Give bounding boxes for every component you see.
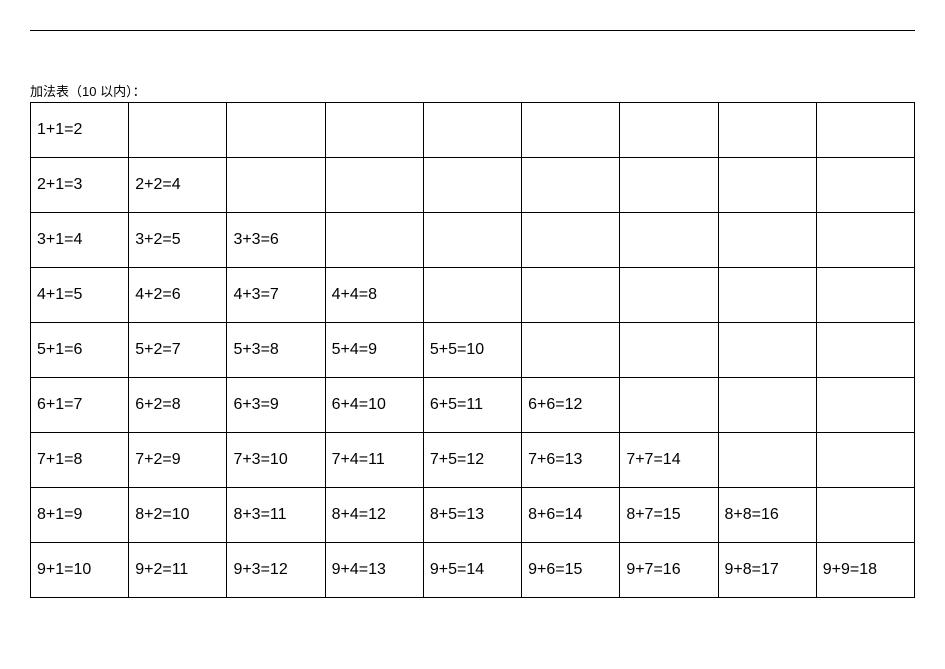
table-caption: 加法表（10 以内）： [30, 81, 915, 100]
table-cell [325, 213, 423, 268]
table-cell: 9+1=10 [31, 543, 129, 598]
table-row: 8+1=9 8+2=10 8+3=11 8+4=12 8+5=13 8+6=14… [31, 488, 915, 543]
table-cell [423, 158, 521, 213]
table-cell [816, 323, 914, 378]
table-cell [423, 103, 521, 158]
table-row: 3+1=4 3+2=5 3+3=6 [31, 213, 915, 268]
table-cell [522, 268, 620, 323]
table-row: 7+1=8 7+2=9 7+3=10 7+4=11 7+5=12 7+6=13 … [31, 433, 915, 488]
table-cell: 5+4=9 [325, 323, 423, 378]
addition-table: 1+1=2 2+1=3 2+2=4 [30, 102, 915, 598]
table-cell [718, 268, 816, 323]
table-cell [325, 158, 423, 213]
table-cell [522, 213, 620, 268]
table-cell [718, 323, 816, 378]
table-cell: 8+4=12 [325, 488, 423, 543]
table-cell: 5+1=6 [31, 323, 129, 378]
table-cell [423, 213, 521, 268]
table-row: 9+1=10 9+2=11 9+3=12 9+4=13 9+5=14 9+6=1… [31, 543, 915, 598]
table-cell: 8+5=13 [423, 488, 521, 543]
table-cell [423, 268, 521, 323]
table-cell: 2+2=4 [129, 158, 227, 213]
table-cell: 7+7=14 [620, 433, 718, 488]
table-cell: 8+6=14 [522, 488, 620, 543]
table-row: 6+1=7 6+2=8 6+3=9 6+4=10 6+5=11 6+6=12 [31, 378, 915, 433]
table-cell [816, 378, 914, 433]
table-cell: 9+9=18 [816, 543, 914, 598]
table-cell [227, 158, 325, 213]
table-cell [620, 158, 718, 213]
table-cell: 8+8=16 [718, 488, 816, 543]
table-cell [718, 433, 816, 488]
table-cell: 7+1=8 [31, 433, 129, 488]
table-cell: 9+4=13 [325, 543, 423, 598]
table-row: 4+1=5 4+2=6 4+3=7 4+4=8 [31, 268, 915, 323]
table-cell [816, 268, 914, 323]
table-row: 5+1=6 5+2=7 5+3=8 5+4=9 5+5=10 [31, 323, 915, 378]
table-cell: 9+5=14 [423, 543, 521, 598]
table-cell: 6+3=9 [227, 378, 325, 433]
table-cell: 7+2=9 [129, 433, 227, 488]
table-cell: 6+4=10 [325, 378, 423, 433]
table-cell [816, 213, 914, 268]
table-cell: 9+8=17 [718, 543, 816, 598]
table-cell: 5+2=7 [129, 323, 227, 378]
table-cell [620, 323, 718, 378]
page: 加法表（10 以内）： 1+1=2 2+1=3 2+2=4 [0, 0, 945, 598]
table-cell [129, 103, 227, 158]
table-cell: 6+6=12 [522, 378, 620, 433]
table-cell: 5+5=10 [423, 323, 521, 378]
table-cell [522, 323, 620, 378]
table-cell: 3+2=5 [129, 213, 227, 268]
table-cell: 9+2=11 [129, 543, 227, 598]
table-cell [325, 103, 423, 158]
table-cell: 4+1=5 [31, 268, 129, 323]
table-cell: 7+6=13 [522, 433, 620, 488]
horizontal-rule [30, 30, 915, 31]
table-cell: 4+4=8 [325, 268, 423, 323]
table-cell [620, 103, 718, 158]
table-cell [718, 378, 816, 433]
table-cell: 9+7=16 [620, 543, 718, 598]
table-cell: 8+3=11 [227, 488, 325, 543]
table-cell [227, 103, 325, 158]
table-cell: 9+3=12 [227, 543, 325, 598]
table-cell: 5+3=8 [227, 323, 325, 378]
table-cell [522, 103, 620, 158]
table-cell: 8+7=15 [620, 488, 718, 543]
table-cell: 2+1=3 [31, 158, 129, 213]
table-row: 2+1=3 2+2=4 [31, 158, 915, 213]
table-cell: 7+5=12 [423, 433, 521, 488]
table-row: 1+1=2 [31, 103, 915, 158]
table-cell [718, 213, 816, 268]
table-cell [718, 103, 816, 158]
table-cell: 8+1=9 [31, 488, 129, 543]
table-cell: 9+6=15 [522, 543, 620, 598]
table-cell: 6+2=8 [129, 378, 227, 433]
table-cell: 8+2=10 [129, 488, 227, 543]
table-cell [718, 158, 816, 213]
table-cell: 6+5=11 [423, 378, 521, 433]
table-cell: 3+1=4 [31, 213, 129, 268]
table-cell: 3+3=6 [227, 213, 325, 268]
table-cell [816, 433, 914, 488]
table-cell [620, 378, 718, 433]
table-cell: 6+1=7 [31, 378, 129, 433]
table-cell [620, 213, 718, 268]
table-cell: 7+4=11 [325, 433, 423, 488]
table-cell: 7+3=10 [227, 433, 325, 488]
table-cell [816, 103, 914, 158]
table-cell [816, 158, 914, 213]
table-cell [816, 488, 914, 543]
table-cell [522, 158, 620, 213]
table-cell [620, 268, 718, 323]
table-cell: 4+2=6 [129, 268, 227, 323]
table-cell: 1+1=2 [31, 103, 129, 158]
table-cell: 4+3=7 [227, 268, 325, 323]
